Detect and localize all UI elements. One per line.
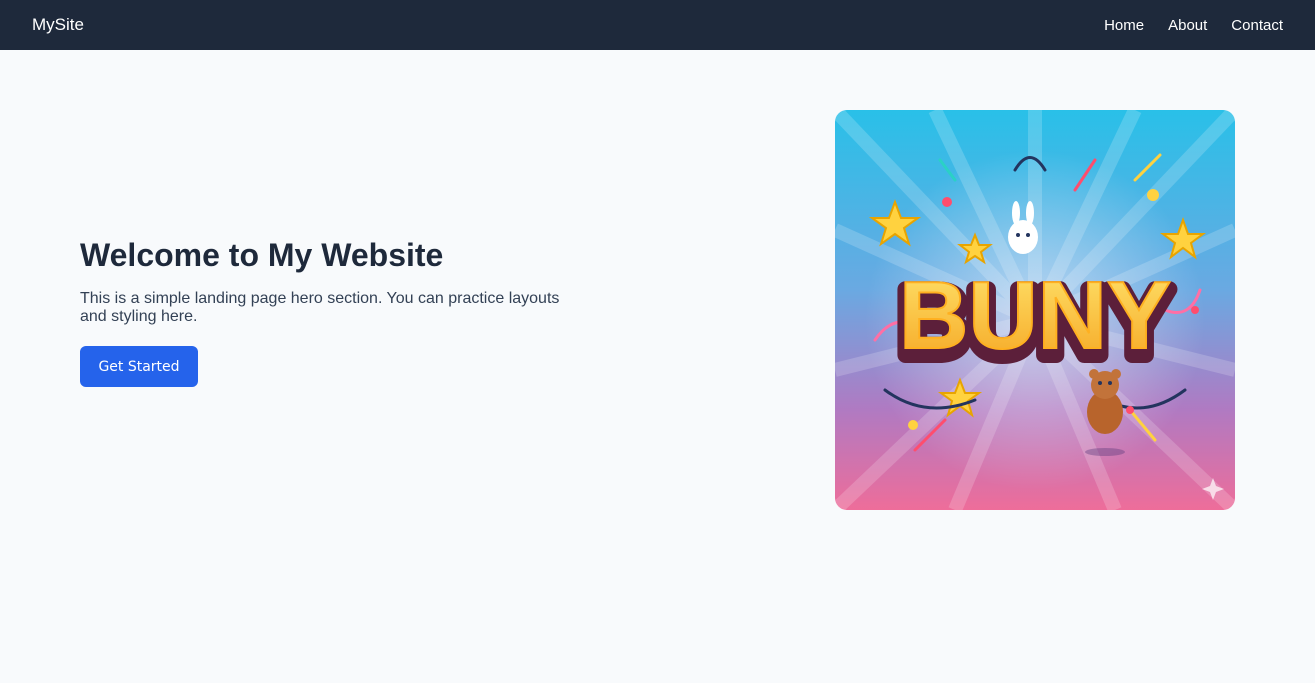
get-started-button[interactable]: Get Started (80, 346, 198, 387)
buny-logo-text: BUNY (899, 262, 1171, 369)
hero-image: BUNY BUNY (835, 110, 1235, 510)
hero-text-block: Welcome to My Website This is a simple l… (80, 236, 580, 387)
buny-illustration: BUNY BUNY (835, 110, 1235, 510)
nav-links: Home About Contact (1104, 17, 1283, 34)
nav-link-contact[interactable]: Contact (1231, 17, 1283, 34)
site-logo-link[interactable]: MySite (32, 15, 84, 35)
nav-link-home[interactable]: Home (1104, 17, 1144, 34)
top-navbar: MySite Home About Contact (0, 0, 1315, 50)
hero-subtitle: This is a simple landing page hero secti… (80, 290, 560, 325)
nav-link-about[interactable]: About (1168, 17, 1207, 34)
hero-title: Welcome to My Website (80, 237, 444, 273)
